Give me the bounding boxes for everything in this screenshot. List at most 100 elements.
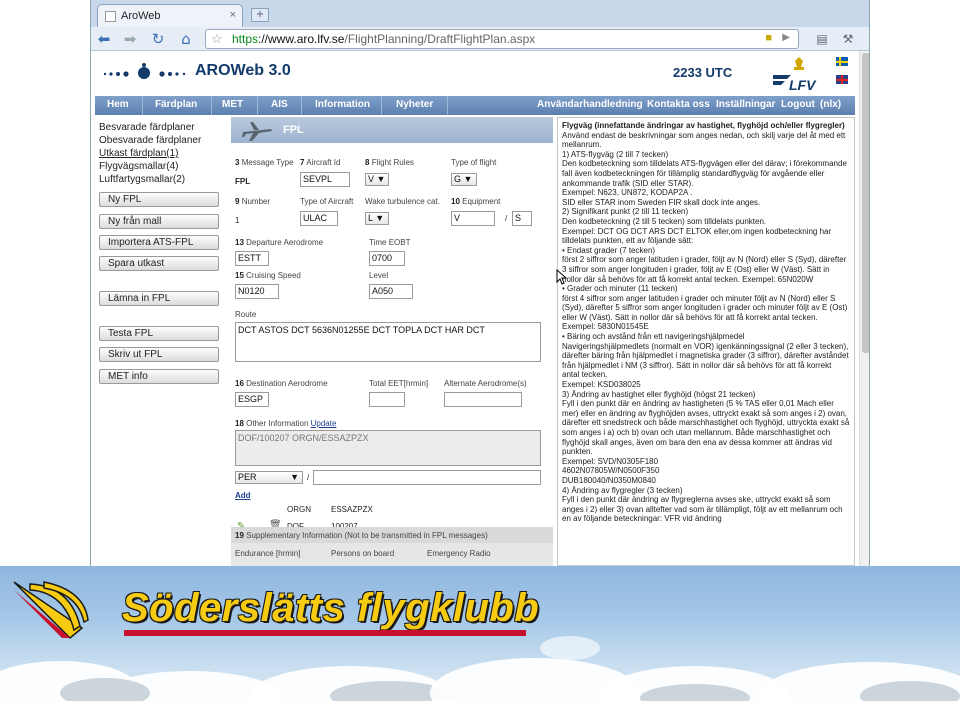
item18-value-input[interactable] — [313, 470, 541, 485]
back-icon[interactable]: ⬅ — [95, 30, 113, 48]
address-bar[interactable]: ☆ https://www.aro.lfv.se/FlightPlanning/… — [205, 29, 799, 49]
other-information-textarea[interactable]: DOF/100207 ORGN/ESSAZPZX — [235, 430, 541, 466]
surveillance-equipment-input[interactable]: S — [512, 211, 532, 226]
field-15-number: 15 — [235, 271, 244, 280]
importera-ats-fpl-button[interactable]: Importera ATS-FPL — [99, 235, 219, 250]
field-16-label-text: Destination Aerodrome — [246, 379, 328, 388]
nav-hem[interactable]: Hem — [107, 99, 129, 110]
fpl-heading-bar: FPL — [231, 117, 553, 143]
level-input[interactable]: A050 — [369, 284, 413, 299]
field-10-label: 10 Equipment — [451, 197, 500, 206]
type-of-flight-select[interactable]: G ▼ — [451, 173, 477, 186]
ny-fpl-button[interactable]: Ny FPL — [99, 192, 219, 207]
link-flygvagsmallar[interactable]: Flygvägsmallar(4) — [99, 161, 178, 172]
nav-separator — [211, 96, 212, 115]
go-icon[interactable]: ▶ — [782, 32, 790, 43]
link-obesvarade[interactable]: Obesvarade färdplaner — [99, 135, 201, 146]
nav-anvandarhandledning[interactable]: Användarhandledning — [537, 99, 643, 110]
flight-rules-select[interactable]: V ▼ — [365, 173, 389, 186]
message-type-value: FPL — [235, 177, 251, 186]
dropdown-arrow-icon: ▼ — [463, 174, 473, 184]
field-9-number: 9 — [235, 197, 240, 206]
total-eet-input[interactable] — [369, 392, 405, 407]
destination-aerodrome-input[interactable]: ESGP — [235, 392, 269, 407]
lock-icon[interactable]: ■ — [765, 32, 772, 44]
nav-installningar[interactable]: Inställningar — [716, 99, 775, 110]
orgn-value: ESSAZPZX — [331, 505, 373, 514]
dropdown-arrow-icon: ▼ — [376, 174, 386, 184]
nav-nyheter[interactable]: Nyheter — [396, 99, 433, 110]
wake-turbulence-select[interactable]: L ▼ — [365, 212, 389, 225]
english-flag-icon[interactable] — [836, 75, 848, 84]
close-tab-icon[interactable]: × — [230, 9, 236, 21]
met-info-button[interactable]: MET info — [99, 369, 219, 384]
testa-fpl-button[interactable]: Testa FPL — [99, 326, 219, 341]
star-icon[interactable]: ☆ — [211, 31, 223, 47]
lamna-in-fpl-button[interactable]: Lämna in FPL — [99, 291, 219, 306]
nav-information[interactable]: Information — [315, 99, 370, 110]
field-13-number: 13 — [235, 238, 244, 247]
reload-icon[interactable]: ↻ — [149, 30, 167, 48]
nav-ais[interactable]: AIS — [271, 99, 288, 110]
help-paragraph: först 2 siffror som anger latituden i gr… — [562, 255, 849, 284]
field-8-number: 8 — [365, 158, 370, 167]
club-name: Söderslätts flygklubb — [122, 586, 540, 630]
nav-fardplan[interactable]: Färdplan — [155, 99, 197, 110]
eobt-label: Time EOBT — [369, 238, 411, 247]
wrench-icon[interactable]: ⚒ — [839, 30, 857, 48]
help-paragraph: • Endast grader (7 tecken) — [562, 245, 656, 255]
swedish-flag-icon[interactable] — [836, 57, 848, 66]
nav-separator — [257, 96, 258, 115]
wake-turbulence-label: Wake turbulence cat. — [365, 197, 440, 206]
link-luftfartygsmallar[interactable]: Luftfartygsmallar(2) — [99, 174, 185, 185]
nav-user: (nlx) — [820, 99, 842, 110]
type-of-aircraft-input[interactable]: ULAC — [300, 211, 338, 226]
ny-fran-mall-button[interactable]: Ny från mall — [99, 214, 219, 229]
equipment-input[interactable]: V — [451, 211, 495, 226]
eobt-input[interactable]: 0700 — [369, 251, 405, 266]
scrollbar-thumb[interactable] — [862, 53, 869, 353]
forward-icon[interactable]: ➡ — [121, 30, 139, 48]
route-textarea[interactable]: DCT ASTOS DCT 5636N01255E DCT TOPLA DCT … — [235, 322, 541, 362]
add-link[interactable]: Add — [235, 491, 251, 500]
help-paragraph: Den kodbeteckning som tilldelats ATS-fly… — [562, 159, 850, 188]
nav-kontakta-oss[interactable]: Kontakta oss — [647, 99, 710, 110]
url-path: /FlightPlanning/DraftFlightPlan.aspx — [344, 32, 536, 46]
help-paragraph: Exempel: N623, UN872, KODAP2A . — [562, 188, 693, 198]
orgn-key: ORGN — [287, 505, 311, 514]
cruising-speed-input[interactable]: N0120 — [235, 284, 279, 299]
item18-indicator-select[interactable]: PER ▼ — [235, 471, 303, 484]
spara-utkast-button[interactable]: Spara utkast — [99, 256, 219, 271]
link-utkast[interactable]: Utkast färdplan(1) — [99, 148, 178, 159]
endurance-label: Endurance [hrmin] — [235, 549, 301, 558]
field-16-label: 16 Destination Aerodrome — [235, 379, 328, 388]
help-paragraph: DUB180040/N0350M0840 — [562, 475, 656, 485]
departure-aerodrome-input[interactable]: ESTT — [235, 251, 269, 266]
field-19-label: 19 Supplementary Information (Not to be … — [235, 531, 488, 540]
aircraft-id-input[interactable]: SEVPL — [300, 172, 350, 187]
update-link[interactable]: Update — [311, 419, 337, 428]
home-icon[interactable]: ⌂ — [177, 30, 195, 48]
club-banner: Söderslätts flygklubb — [0, 566, 960, 701]
page-icon[interactable]: ▤ — [813, 30, 831, 48]
web-page: AROWeb 3.0 2233 UTC LFV Hem Färdplan MET… — [91, 51, 869, 566]
help-paragraph: Flygväg (innefattande ändringar av hasti… — [562, 121, 845, 130]
link-besvarade[interactable]: Besvarade färdplaner — [99, 122, 195, 133]
main-nav: Hem Färdplan MET AIS Information Nyheter… — [95, 96, 855, 115]
page-scrollbar[interactable] — [859, 51, 869, 566]
nav-met[interactable]: MET — [222, 99, 243, 110]
cloud — [540, 636, 600, 660]
field-7-label: 7 Aircraft Id — [300, 158, 340, 167]
dropdown-arrow-icon: ▼ — [375, 213, 385, 223]
club-underline — [124, 630, 526, 636]
nav-logout[interactable]: Logout — [781, 99, 815, 110]
field-15-label-text: Cruising Speed — [246, 271, 301, 280]
nav-separator — [142, 96, 143, 115]
browser-tab[interactable]: AroWeb × — [97, 4, 243, 28]
fpl-heading: FPL — [283, 124, 304, 136]
new-tab-button[interactable]: + — [251, 8, 269, 22]
nav-separator — [301, 96, 302, 115]
alternate-aerodrome-input[interactable] — [444, 392, 522, 407]
help-paragraph: SID eller STAR inom Sweden FIR skall doc… — [562, 197, 761, 207]
skriv-ut-fpl-button[interactable]: Skriv ut FPL — [99, 347, 219, 362]
